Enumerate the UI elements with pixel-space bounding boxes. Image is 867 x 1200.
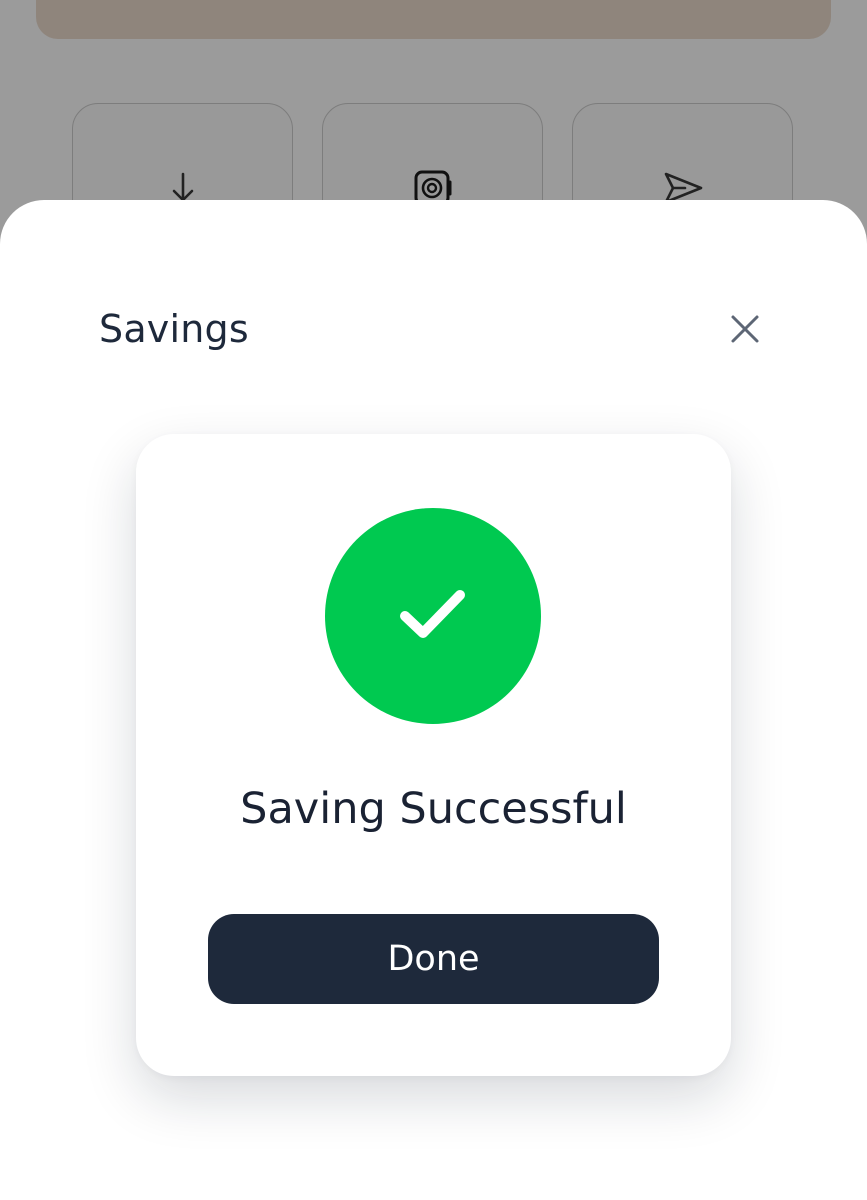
sheet-title: Savings: [99, 307, 249, 351]
checkmark-icon: [397, 584, 469, 648]
success-message: Saving Successful: [240, 784, 627, 834]
background-card: [36, 0, 831, 39]
close-button[interactable]: [722, 308, 768, 354]
close-icon: [730, 314, 760, 348]
savings-sheet: Savings Saving Successful Done: [0, 200, 867, 1200]
success-badge: [325, 508, 541, 724]
done-button[interactable]: Done: [208, 914, 659, 1004]
